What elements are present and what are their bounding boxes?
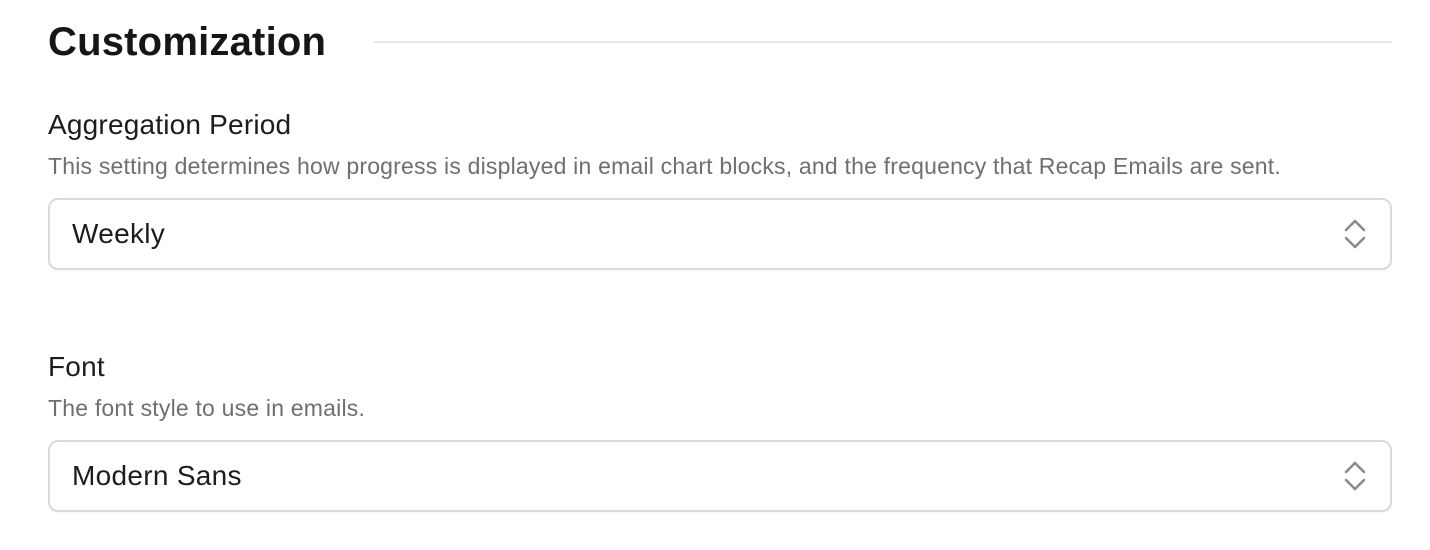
section-title: Customization xyxy=(48,19,327,64)
aggregation-period-label: Aggregation Period xyxy=(48,109,292,140)
chevron-up-down-icon xyxy=(1342,459,1368,493)
font-value: Modern Sans xyxy=(72,460,242,491)
section-divider xyxy=(374,41,1392,43)
aggregation-period-value: Weekly xyxy=(72,218,166,249)
aggregation-period-field: Aggregation Period This setting determin… xyxy=(48,108,1392,270)
font-select[interactable]: Modern Sans xyxy=(48,440,1392,512)
section-header: Customization xyxy=(48,14,1392,70)
font-help: The font style to use in emails. xyxy=(48,395,366,421)
aggregation-period-help: This setting determines how progress is … xyxy=(48,153,1281,179)
aggregation-period-select[interactable]: Weekly xyxy=(48,198,1392,270)
font-field: Font The font style to use in emails. Mo… xyxy=(48,350,1392,512)
font-label: Font xyxy=(48,351,105,382)
chevron-up-down-icon xyxy=(1342,217,1368,251)
